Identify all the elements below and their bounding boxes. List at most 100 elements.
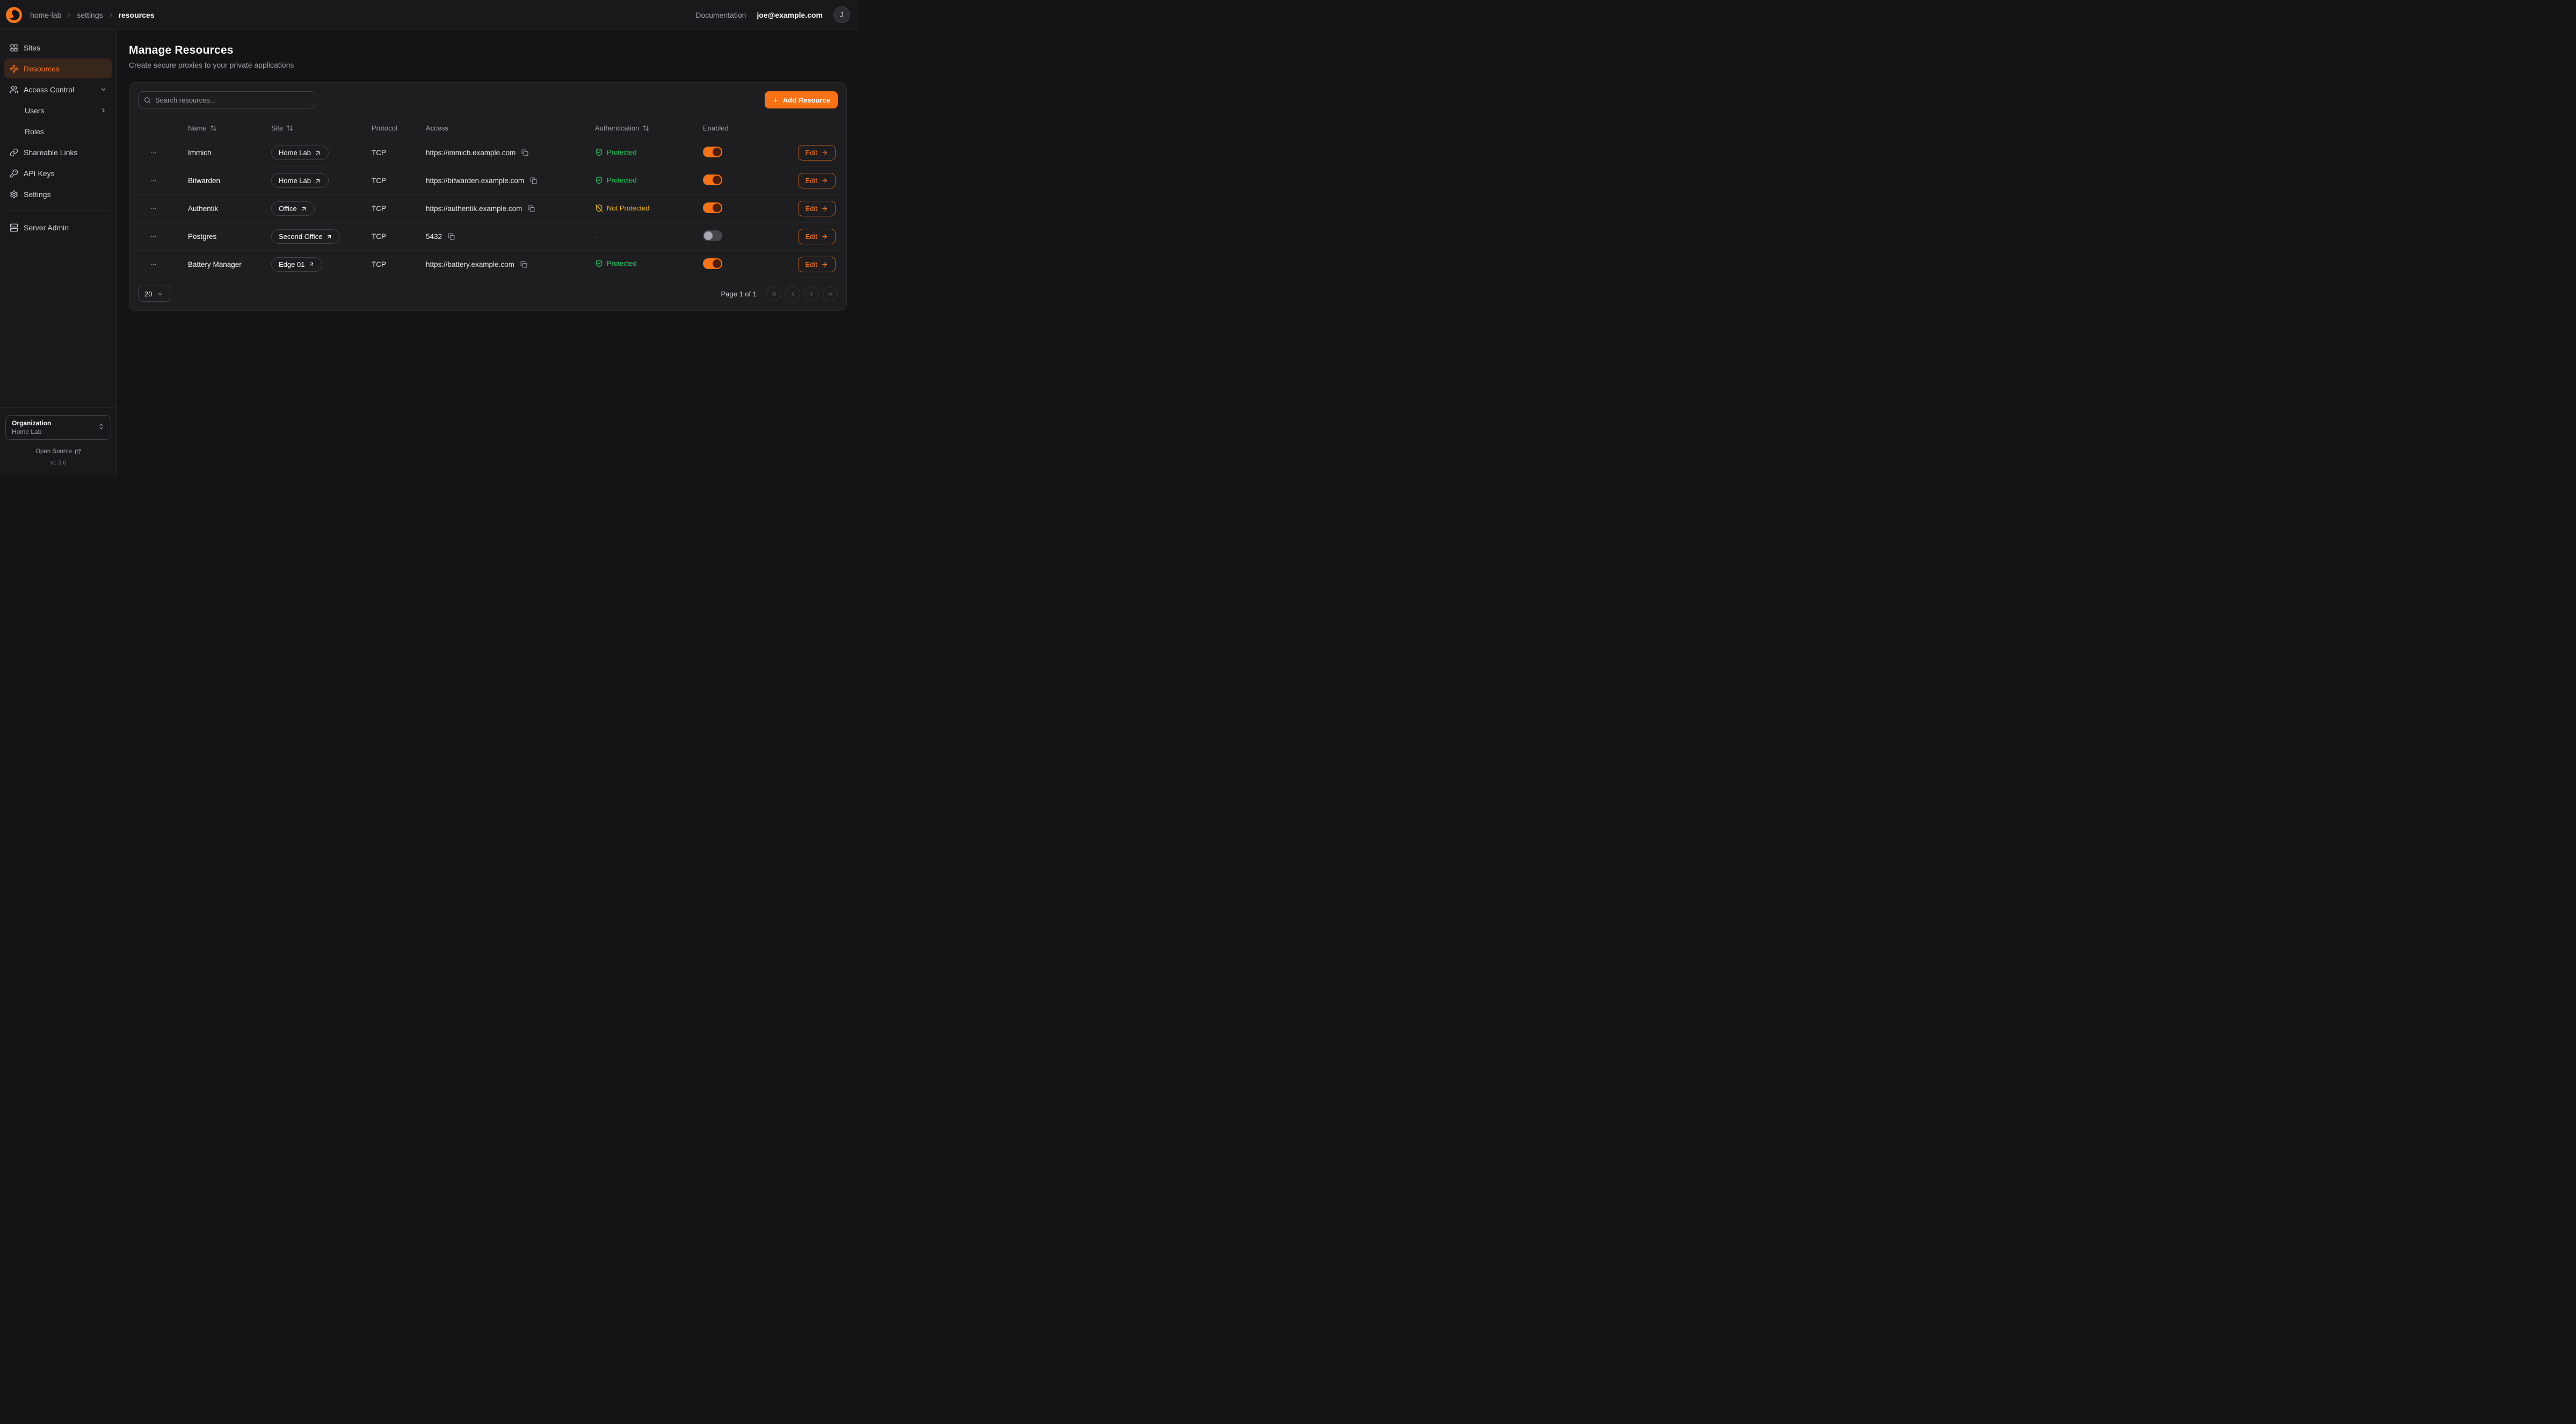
table-row: Authentik Office TCP https://authentik.e… xyxy=(138,194,838,222)
row-menu-button[interactable] xyxy=(148,147,159,158)
organization-selector[interactable]: Organization Home Lab xyxy=(5,415,111,440)
sidebar-item-label: Users xyxy=(25,106,45,115)
column-label: Enabled xyxy=(703,124,729,132)
edit-button-label: Edit xyxy=(806,233,817,241)
next-page-button[interactable] xyxy=(804,286,819,301)
shield-check-icon xyxy=(595,176,603,184)
enabled-toggle[interactable] xyxy=(703,258,722,269)
chevron-down-icon xyxy=(157,290,164,297)
topbar: home-lab settings resources Documentatio… xyxy=(0,0,859,30)
previous-page-button[interactable] xyxy=(785,286,800,301)
column-label: Site xyxy=(271,124,283,132)
resource-name: Immich xyxy=(188,149,212,157)
enabled-toggle[interactable] xyxy=(703,230,722,241)
page-subtitle: Create secure proxies to your private ap… xyxy=(129,61,847,69)
row-menu-button[interactable] xyxy=(148,231,159,242)
app-logo-icon[interactable] xyxy=(4,5,24,25)
add-resource-label: Add Resource xyxy=(783,96,830,104)
column-header-name[interactable]: Name xyxy=(188,124,271,132)
breadcrumb-settings[interactable]: settings xyxy=(77,11,103,19)
add-resource-button[interactable]: Add Resource xyxy=(765,91,838,108)
copy-access-button[interactable] xyxy=(527,204,536,213)
ellipsis-icon xyxy=(150,233,157,240)
column-header-site[interactable]: Site xyxy=(271,124,372,132)
avatar[interactable]: J xyxy=(833,6,850,23)
edit-button[interactable]: Edit xyxy=(798,173,836,188)
open-source-link[interactable]: Open Source xyxy=(5,448,111,455)
toggle-knob xyxy=(713,148,721,156)
ellipsis-icon xyxy=(150,205,157,212)
sidebar-divider xyxy=(5,210,111,211)
sidebar-item-server-admin[interactable]: Server Admin xyxy=(4,217,112,237)
access-value: https://battery.example.com xyxy=(426,260,514,268)
enabled-toggle[interactable] xyxy=(703,202,722,213)
copy-access-button[interactable] xyxy=(447,232,456,241)
sidebar-item-sites[interactable]: Sites xyxy=(4,38,112,57)
shield-off-icon xyxy=(595,204,603,212)
access-value: https://bitwarden.example.com xyxy=(426,177,524,185)
grid-icon xyxy=(10,43,18,52)
site-link[interactable]: Home Lab xyxy=(271,146,329,160)
sort-icon xyxy=(286,125,293,132)
page-size-select[interactable]: 20 xyxy=(138,286,170,302)
protocol-value: TCP xyxy=(372,177,386,185)
page-size-value: 20 xyxy=(144,290,152,298)
sidebar-item-settings[interactable]: Settings xyxy=(4,184,112,204)
row-menu-button[interactable] xyxy=(148,175,159,186)
table-header: Name Site Protocol Access xyxy=(138,117,838,139)
resource-name: Postgres xyxy=(188,233,216,241)
user-email[interactable]: joe@example.com xyxy=(757,11,823,19)
shield-check-icon xyxy=(595,259,603,267)
copy-access-button[interactable] xyxy=(529,176,538,185)
users-icon xyxy=(10,85,18,94)
row-menu-button[interactable] xyxy=(148,259,159,270)
site-link[interactable]: Home Lab xyxy=(271,173,329,188)
sidebar-item-roles[interactable]: Roles xyxy=(4,121,112,141)
arrow-right-icon xyxy=(821,205,828,212)
auth-status: Protected xyxy=(595,259,637,267)
table-body: Immich Home Lab TCP https://immich.examp… xyxy=(138,139,838,278)
sidebar-item-api-keys[interactable]: API Keys xyxy=(4,163,112,183)
topbar-right: Documentation joe@example.com J xyxy=(695,6,850,23)
copy-access-button[interactable] xyxy=(519,260,528,269)
site-link[interactable]: Edge 01 xyxy=(271,257,322,272)
arrow-right-icon xyxy=(821,261,828,268)
sidebar-item-resources[interactable]: Resources xyxy=(4,59,112,78)
chevrons-up-down-icon xyxy=(98,423,105,432)
sidebar-item-users[interactable]: Users xyxy=(4,100,112,120)
edit-button[interactable]: Edit xyxy=(798,201,836,216)
table-row: Bitwarden Home Lab TCP https://bitwarden… xyxy=(138,166,838,194)
toggle-knob xyxy=(713,259,721,268)
sidebar-item-label: Roles xyxy=(25,127,44,136)
last-page-button[interactable] xyxy=(823,286,838,301)
documentation-link[interactable]: Documentation xyxy=(695,11,746,19)
enabled-toggle[interactable] xyxy=(703,147,722,157)
edit-button-label: Edit xyxy=(806,177,817,185)
first-page-button[interactable] xyxy=(766,286,781,301)
edit-button[interactable]: Edit xyxy=(798,257,836,272)
auth-status: Not Protected xyxy=(595,204,650,212)
sidebar-item-shareable-links[interactable]: Shareable Links xyxy=(4,142,112,162)
copy-icon xyxy=(521,149,528,156)
enabled-toggle[interactable] xyxy=(703,175,722,185)
edit-button[interactable]: Edit xyxy=(798,229,836,244)
site-link[interactable]: Second Office xyxy=(271,229,340,244)
server-icon xyxy=(10,223,18,232)
waypoints-icon xyxy=(10,64,18,73)
row-menu-button[interactable] xyxy=(148,203,159,214)
chevron-right-icon xyxy=(100,107,107,114)
edit-button[interactable]: Edit xyxy=(798,145,836,161)
copy-access-button[interactable] xyxy=(520,148,529,157)
chevron-right-icon xyxy=(66,11,72,18)
organization-label: Organization xyxy=(12,419,51,427)
shell: Sites Resources Access Control Users Rol… xyxy=(0,30,859,475)
sidebar-item-access-control[interactable]: Access Control xyxy=(4,79,112,99)
breadcrumb-home-lab[interactable]: home-lab xyxy=(30,11,61,19)
column-header-authentication[interactable]: Authentication xyxy=(595,124,703,132)
key-icon xyxy=(10,169,18,178)
site-link[interactable]: Office xyxy=(271,201,315,216)
access-value: https://authentik.example.com xyxy=(426,205,522,213)
search-input[interactable] xyxy=(155,96,309,104)
version-label: v1.3.0 xyxy=(5,460,111,466)
site-link-label: Home Lab xyxy=(279,177,311,185)
